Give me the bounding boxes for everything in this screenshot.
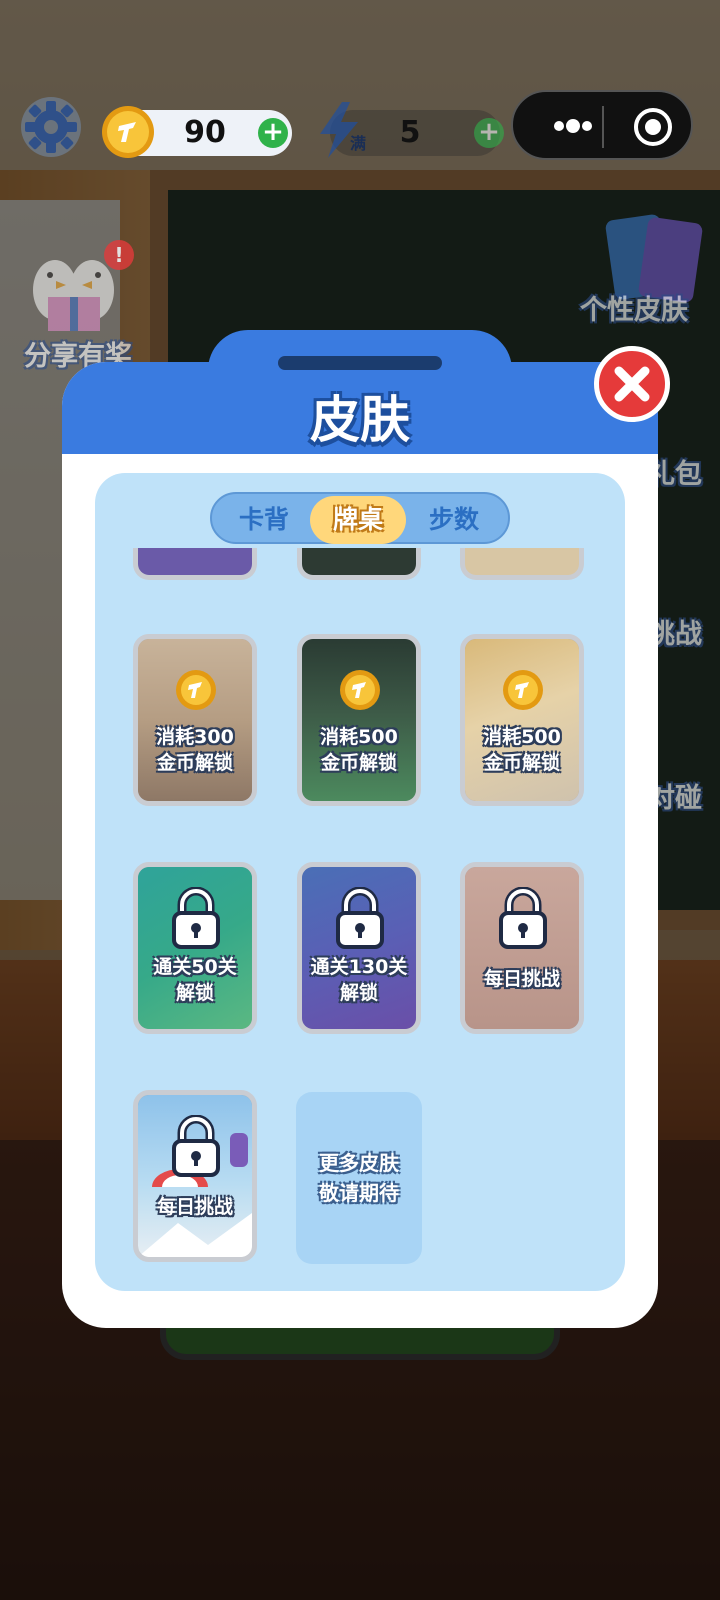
skin-unlock-cost: 消耗500	[483, 726, 561, 748]
coin-value: 90	[184, 115, 226, 150]
lock-icon	[334, 886, 386, 949]
skin-unlock-method: 金币解锁	[483, 752, 560, 774]
more-skins-placeholder: 更多皮肤 敬请期待	[296, 1092, 422, 1264]
lock-icon	[497, 886, 549, 949]
tab-card-back[interactable]: 卡背	[216, 496, 312, 544]
custom-skin-label[interactable]: 个性皮肤	[580, 288, 688, 327]
skin-unlock-cost: 消耗300	[156, 726, 234, 748]
settings-gear-icon[interactable]	[16, 92, 86, 162]
lock-icon	[170, 1114, 222, 1177]
skin-unlock-condition: 通关50关	[153, 956, 237, 978]
close-button[interactable]	[594, 346, 670, 422]
skin-card-rose[interactable]: 每日挑战	[460, 862, 584, 1034]
modal-slot-decoration	[278, 356, 442, 370]
skin-card-purple[interactable]: 通关130关 解锁	[297, 862, 421, 1034]
add-energy-button[interactable]: +	[474, 118, 504, 148]
skin-unlock-condition: 通关130关	[310, 956, 408, 978]
skin-unlock-method: 解锁	[175, 982, 214, 1004]
tab-steps[interactable]: 步数	[406, 496, 502, 544]
skin-card-partial[interactable]	[297, 548, 421, 580]
skin-card-sky[interactable]: 每日挑战	[133, 1090, 257, 1262]
close-miniprogram-icon[interactable]	[631, 105, 675, 149]
add-coins-button[interactable]: +	[258, 118, 288, 148]
skin-card-teal[interactable]: 通关50关 解锁	[133, 862, 257, 1034]
court-preview	[302, 639, 416, 801]
capsule-divider	[602, 106, 604, 148]
miniprogram-capsule	[511, 90, 693, 160]
tab-table[interactable]: 牌桌	[310, 496, 406, 544]
skin-card-room[interactable]: 消耗300 金币解锁	[133, 634, 257, 806]
desk-preview	[465, 639, 579, 801]
skin-unlock-condition: 每日挑战	[156, 1196, 233, 1218]
skin-card-partial[interactable]	[133, 548, 257, 580]
more-menu-icon[interactable]	[541, 110, 601, 142]
skin-card-court[interactable]: 消耗500 金币解锁	[297, 634, 421, 806]
skin-card-partial[interactable]	[460, 548, 584, 580]
energy-value: 5	[399, 115, 421, 150]
coin-icon	[175, 669, 217, 711]
skin-card-desk[interactable]: 消耗500 金币解锁	[460, 634, 584, 806]
lock-icon	[170, 886, 222, 949]
room-preview	[138, 639, 252, 801]
coin-icon	[339, 669, 381, 711]
coin-icon	[502, 669, 544, 711]
skin-unlock-method: 解锁	[339, 982, 378, 1004]
coin-icon	[100, 104, 156, 160]
skin-unlock-cost: 消耗500	[320, 726, 398, 748]
energy-full-badge: 满	[350, 134, 367, 153]
skin-unlock-condition: 每日挑战	[483, 968, 560, 990]
more-skins-line1: 更多皮肤	[319, 1151, 399, 1175]
skin-unlock-method: 金币解锁	[320, 752, 397, 774]
skin-unlock-method: 金币解锁	[156, 752, 233, 774]
notification-badge: !	[104, 240, 134, 270]
skin-category-tabs: 卡背 牌桌 步数	[210, 492, 510, 544]
more-skins-line2: 敬请期待	[319, 1181, 399, 1205]
